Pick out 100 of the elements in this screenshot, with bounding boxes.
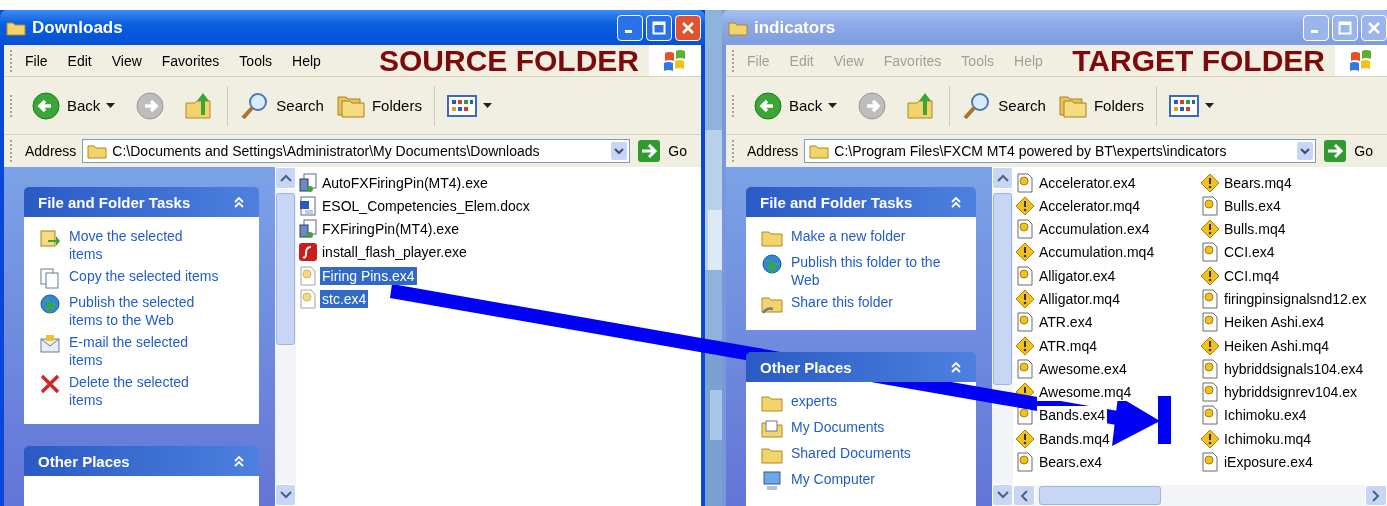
file-icon bbox=[1015, 172, 1035, 193]
warning-file-icon bbox=[1200, 219, 1220, 240]
scroll-left-icon[interactable] bbox=[1020, 489, 1028, 502]
scrollbar[interactable] bbox=[275, 167, 296, 506]
menu-item[interactable]: File bbox=[25, 52, 48, 69]
maximize-icon bbox=[652, 20, 666, 35]
warning-file-icon bbox=[1015, 242, 1035, 263]
task-link[interactable]: E-mail the selected items bbox=[69, 333, 219, 369]
back-button[interactable]: Back bbox=[25, 88, 122, 123]
file-icon bbox=[298, 289, 318, 309]
flag-icon bbox=[1349, 49, 1373, 72]
collapse-icon[interactable] bbox=[233, 455, 245, 467]
folder-icon bbox=[728, 19, 748, 36]
scroll-down-icon[interactable] bbox=[996, 491, 1009, 499]
file-icon bbox=[1015, 265, 1035, 286]
file-icon bbox=[1200, 382, 1220, 403]
close-icon bbox=[681, 20, 695, 35]
address-label: Address bbox=[747, 143, 799, 159]
task-link[interactable]: Share this folder bbox=[791, 293, 951, 311]
warning-file-icon bbox=[1200, 172, 1220, 193]
views-icon bbox=[446, 94, 477, 117]
window-title: indicators bbox=[754, 17, 837, 38]
task-link[interactable]: Move the selected items bbox=[69, 227, 219, 263]
file-icon bbox=[1200, 358, 1220, 379]
search-button[interactable]: Search bbox=[234, 88, 330, 123]
forward-icon[interactable] bbox=[135, 90, 166, 121]
file-name[interactable]: FXFiringPin(MT4).exe bbox=[320, 220, 461, 239]
close-button[interactable] bbox=[675, 14, 701, 41]
collapse-icon[interactable] bbox=[233, 196, 245, 208]
file-icon bbox=[1015, 452, 1035, 473]
task-link[interactable]: Shared Documents bbox=[791, 444, 951, 462]
marker-bar bbox=[1158, 396, 1171, 444]
delete-icon bbox=[39, 373, 61, 395]
task-link[interactable]: My Documents bbox=[791, 418, 951, 436]
menu-item[interactable]: Edit bbox=[67, 52, 92, 69]
minimize-button[interactable] bbox=[617, 14, 643, 41]
folders-button[interactable]: Folders bbox=[329, 90, 428, 121]
warning-file-icon bbox=[1015, 428, 1035, 449]
scroll-down-icon[interactable] bbox=[279, 491, 292, 499]
file-icon bbox=[1200, 405, 1220, 426]
menu-item[interactable]: View bbox=[111, 52, 142, 69]
file-icon bbox=[1200, 452, 1220, 473]
move-icon bbox=[39, 227, 61, 249]
caret-icon bbox=[482, 102, 492, 109]
warning-file-icon bbox=[1015, 289, 1035, 309]
task-link[interactable]: My Computer bbox=[791, 470, 951, 488]
flag-icon bbox=[663, 49, 687, 72]
task-link[interactable]: Publish the selected items to the Web bbox=[69, 293, 219, 329]
go-arrow-icon bbox=[1324, 140, 1347, 162]
collapse-icon[interactable] bbox=[950, 361, 962, 373]
folder-icon bbox=[809, 143, 830, 159]
close-icon bbox=[1367, 20, 1381, 35]
file-icon bbox=[1015, 312, 1035, 333]
window-title: Downloads bbox=[32, 17, 124, 38]
menu-item[interactable]: Favorites bbox=[161, 52, 220, 69]
panel-header[interactable]: File and Folder Tasks bbox=[24, 187, 259, 217]
computer-icon bbox=[761, 470, 783, 492]
task-link[interactable]: Copy the selected items bbox=[69, 267, 219, 285]
warning-file-icon bbox=[1015, 195, 1035, 216]
caret-icon bbox=[1204, 102, 1214, 109]
scroll-right-icon[interactable] bbox=[1372, 489, 1380, 502]
panel-header[interactable]: File and Folder Tasks bbox=[746, 187, 976, 217]
file-icon bbox=[1015, 219, 1035, 240]
collapse-icon[interactable] bbox=[950, 196, 962, 208]
task-link[interactable]: Make a new folder bbox=[791, 227, 951, 245]
task-link[interactable]: Publish this folder to the Web bbox=[791, 253, 951, 289]
scroll-up-icon[interactable] bbox=[279, 174, 292, 182]
banner-label: SOURCE FOLDER bbox=[379, 43, 639, 78]
maximize-icon bbox=[1338, 20, 1352, 35]
warning-file-icon bbox=[1200, 265, 1220, 286]
go-arrow-icon bbox=[638, 140, 661, 162]
panel-header[interactable]: Other Places bbox=[24, 446, 259, 476]
file-name[interactable]: Firing Pins.ex4 bbox=[320, 266, 417, 285]
task-link[interactable]: experts bbox=[791, 392, 951, 410]
views-icon bbox=[1168, 94, 1199, 117]
globe-icon bbox=[39, 293, 61, 315]
caret-icon bbox=[106, 102, 116, 109]
address-field[interactable]: C:\Documents and Settings\Administrator\My Documents\Downloads bbox=[82, 139, 631, 163]
warning-file-icon bbox=[1015, 335, 1035, 356]
menu-item[interactable]: Tools bbox=[239, 52, 273, 69]
dropdown-icon[interactable] bbox=[611, 142, 628, 160]
file-name[interactable]: install_flash_player.exe bbox=[320, 243, 469, 262]
file-icon bbox=[1200, 289, 1220, 309]
envelope-icon bbox=[39, 333, 61, 355]
go-button[interactable]: Go bbox=[630, 140, 701, 162]
maximize-button[interactable] bbox=[646, 14, 672, 41]
panel-header[interactable]: Other Places bbox=[746, 352, 976, 382]
minimize-icon bbox=[1310, 30, 1318, 33]
file-name[interactable]: stc.ex4 bbox=[320, 290, 369, 308]
scroll-up-icon[interactable] bbox=[996, 174, 1009, 182]
file-icon bbox=[1200, 242, 1220, 263]
task-link[interactable]: Delete the selected items bbox=[69, 373, 219, 409]
dropdown-icon[interactable] bbox=[1297, 142, 1314, 160]
globe-icon bbox=[761, 253, 783, 275]
documents-icon bbox=[761, 418, 783, 440]
caret-icon bbox=[828, 102, 838, 109]
address-label: Address bbox=[25, 143, 77, 159]
menu-item[interactable]: Help bbox=[292, 52, 321, 69]
document-icon bbox=[298, 195, 318, 216]
folder-icon bbox=[6, 19, 26, 36]
